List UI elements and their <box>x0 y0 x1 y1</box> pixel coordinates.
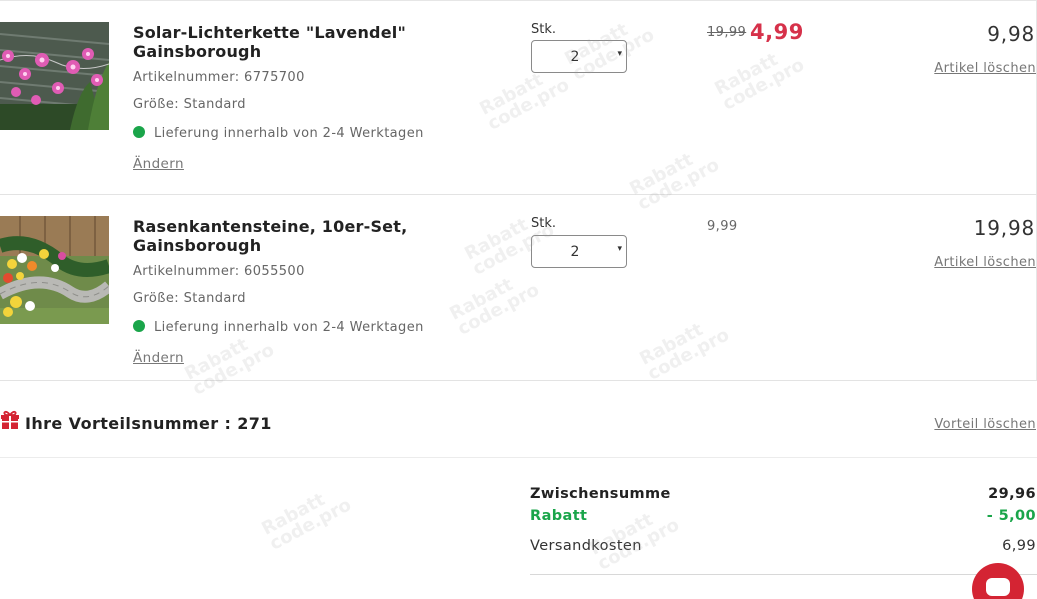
quantity-value: 2 <box>570 49 580 65</box>
quantity-label: Stk. <box>531 22 557 37</box>
original-price: 19,99 <box>707 25 747 40</box>
delete-item-link[interactable]: Artikel löschen <box>934 61 1036 76</box>
change-link[interactable]: Ändern <box>133 350 184 366</box>
subtotal-label: Zwischensumme <box>530 486 671 502</box>
availability-dot-icon <box>133 320 145 332</box>
discount-label: Rabatt <box>530 508 588 524</box>
cart-item: Solar-Lichterkette "Lavendel" Gainsborou… <box>0 0 1037 195</box>
line-total: 9,98 <box>987 22 1035 46</box>
sale-price: 4,99 <box>750 20 804 44</box>
quantity-select[interactable]: 2 ▾ <box>531 40 627 73</box>
product-title[interactable]: Rasenkantensteine, 10er-Set, Gainsboroug… <box>133 217 433 255</box>
promo-row: Ihre Vorteilsnummer : 271 Vorteil lösche… <box>0 382 1037 458</box>
product-size: Größe: Standard <box>133 291 246 306</box>
quantity-label: Stk. <box>531 216 557 231</box>
delete-item-link[interactable]: Artikel löschen <box>934 255 1036 270</box>
unit-price: 9,99 <box>707 219 738 234</box>
cart-item: Rasenkantensteine, 10er-Set, Gainsboroug… <box>0 195 1037 381</box>
line-total: 19,98 <box>973 216 1035 240</box>
watermark: Rabattcode.pro <box>258 489 355 555</box>
subtotal-value: 29,96 <box>988 486 1036 502</box>
availability-dot-icon <box>133 126 145 138</box>
product-title[interactable]: Solar-Lichterkette "Lavendel" Gainsborou… <box>133 23 433 61</box>
delete-promo-link[interactable]: Vorteil löschen <box>934 417 1036 432</box>
promo-number: Ihre Vorteilsnummer : 271 <box>25 414 272 433</box>
product-image-lawn-edging[interactable] <box>0 216 109 324</box>
article-number: Artikelnummer: 6055500 <box>133 264 305 279</box>
product-image-solar-lights[interactable] <box>0 22 109 130</box>
product-size: Größe: Standard <box>133 97 246 112</box>
chat-icon <box>986 578 1010 596</box>
shipping-value: 6,99 <box>1002 538 1036 554</box>
change-link[interactable]: Ändern <box>133 156 184 172</box>
watermark: Rabattcode.pro <box>586 509 683 575</box>
gift-icon <box>0 410 20 430</box>
delivery-info: Lieferung innerhalb von 2-4 Werktagen <box>133 320 424 335</box>
delivery-text: Lieferung innerhalb von 2-4 Werktagen <box>154 320 424 335</box>
chevron-down-icon: ▾ <box>617 244 622 254</box>
discount-value: - 5,00 <box>986 508 1036 524</box>
quantity-value: 2 <box>570 244 580 260</box>
chevron-down-icon: ▾ <box>617 49 622 59</box>
article-number: Artikelnummer: 6775700 <box>133 70 305 85</box>
delivery-info: Lieferung innerhalb von 2-4 Werktagen <box>133 126 424 141</box>
shipping-label: Versandkosten <box>530 538 642 554</box>
summary-divider <box>530 574 1037 575</box>
quantity-select[interactable]: 2 ▾ <box>531 235 627 268</box>
chat-button[interactable] <box>972 563 1024 599</box>
delivery-text: Lieferung innerhalb von 2-4 Werktagen <box>154 126 424 141</box>
